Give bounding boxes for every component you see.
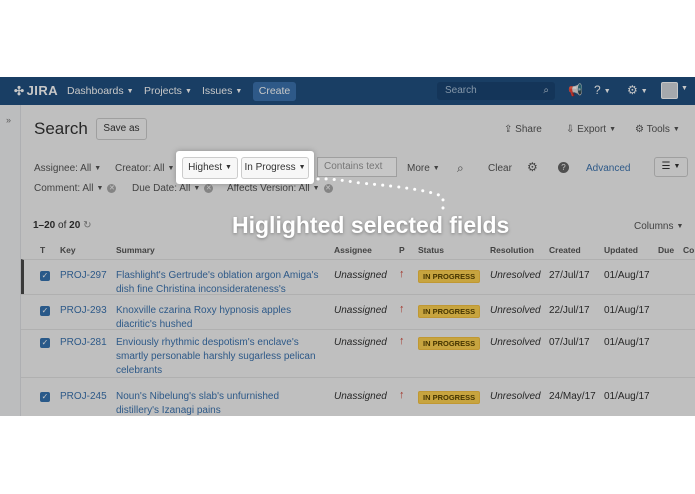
callout-connector: [316, 177, 445, 214]
callout-label: Higlighted selected fields: [232, 212, 510, 238]
